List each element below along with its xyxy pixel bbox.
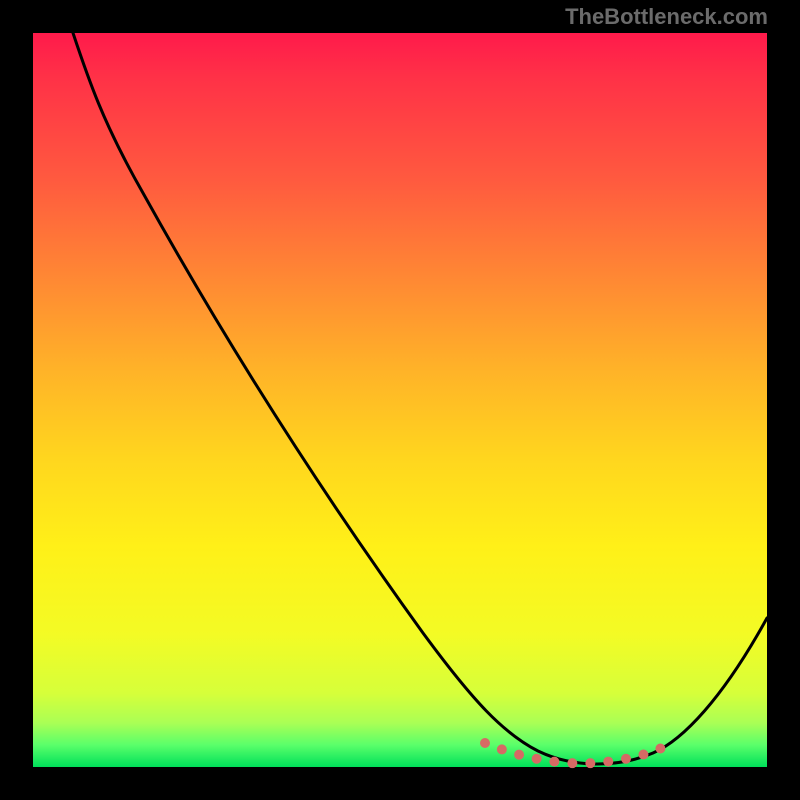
chart-container: TheBottleneck.com (0, 0, 800, 800)
optimal-band-dots (485, 743, 668, 763)
bottleneck-curve (73, 33, 767, 764)
curve-svg (33, 33, 767, 767)
plot-area (33, 33, 767, 767)
watermark-text: TheBottleneck.com (565, 4, 768, 30)
